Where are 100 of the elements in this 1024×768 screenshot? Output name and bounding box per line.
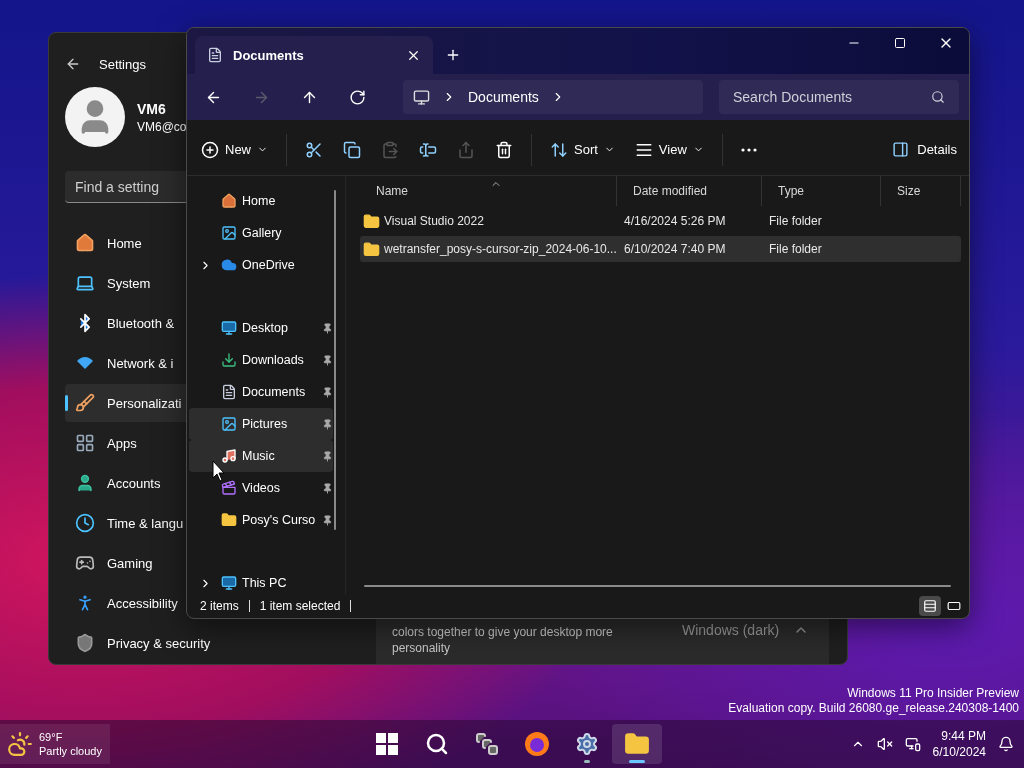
network-icon[interactable]	[904, 736, 921, 752]
user-name: VM6	[137, 100, 167, 117]
watermark-text: Windows 11 Pro Insider Preview	[846, 686, 1019, 701]
task-view-icon	[475, 732, 499, 756]
more-icon	[740, 147, 757, 152]
windows-logo-icon	[376, 733, 398, 755]
accounts-icon	[75, 473, 95, 493]
scissors-icon	[305, 140, 323, 159]
pin-icon	[322, 514, 333, 526]
column-header[interactable]: Date modified	[617, 176, 762, 206]
browser-icon	[524, 731, 550, 757]
nav-item[interactable]: Apps	[65, 424, 187, 462]
file-name: wetransfer_posy-s-cursor-zip_2024-06-10...	[384, 242, 617, 256]
time-icon	[75, 513, 95, 533]
monitor-icon	[413, 88, 430, 106]
details-view-button[interactable]	[919, 595, 941, 616]
search-icon	[931, 90, 945, 104]
table-cell-text: 6/10/2024 7:40 PM	[623, 242, 727, 256]
taskbar-app-button[interactable]	[612, 724, 662, 764]
weather-widget[interactable]: 69°F Partly cloudy	[0, 724, 110, 764]
mouse-pointer-icon	[212, 460, 226, 482]
weather-icon	[7, 731, 33, 757]
weather-condition: Partly cloudy	[39, 744, 102, 758]
window-title: Settings	[99, 56, 146, 72]
video-icon	[221, 480, 237, 496]
maximize-icon	[894, 37, 906, 49]
paste-icon	[381, 140, 399, 159]
rename-icon	[419, 140, 437, 159]
nav-item[interactable]: Personalizati	[65, 384, 187, 422]
pin-icon	[322, 354, 333, 366]
nav-item[interactable]: Documents	[189, 376, 333, 408]
share-icon	[457, 140, 475, 159]
address-bar[interactable]: Documents	[403, 80, 703, 114]
nav-item[interactable]: System	[65, 264, 187, 302]
nav-item[interactable]: Desktop	[189, 312, 333, 344]
nav-item[interactable]: Bluetooth &	[65, 304, 187, 342]
view-button[interactable]: View	[632, 133, 706, 166]
sort-button[interactable]: Sort	[548, 133, 617, 166]
folder-icon	[221, 512, 237, 528]
nav-item[interactable]: Gaming	[65, 544, 187, 582]
search-icon	[425, 732, 449, 756]
nav-item[interactable]: Home	[189, 185, 333, 217]
nav-item[interactable]: Accessibility	[65, 584, 187, 622]
pin-icon	[322, 386, 333, 398]
column-header[interactable]: Size	[881, 176, 961, 206]
desktop-icon	[221, 320, 237, 336]
nav-item[interactable]: Time & langu	[65, 504, 187, 542]
folder-icon	[363, 212, 380, 230]
new-button[interactable]: New	[199, 133, 270, 166]
gaming-icon	[75, 553, 95, 573]
nav-item[interactable]: Privacy & security	[65, 624, 211, 662]
table-cell-text: 4/16/2024 5:26 PM	[623, 214, 727, 228]
gear-icon	[575, 732, 599, 756]
avatar	[65, 87, 125, 147]
copy-icon	[343, 140, 361, 159]
privacy-icon	[75, 633, 95, 653]
clock[interactable]: 9:44 PM 6/10/2024	[932, 728, 986, 760]
file-row[interactable]: Visual Studio 2022 4/16/2024 5:26 PM File folder	[360, 208, 961, 234]
table-cell-text: File folder	[768, 214, 823, 228]
trash-icon	[495, 140, 513, 159]
details-button[interactable]: Details	[890, 133, 959, 166]
system-icon	[75, 273, 95, 293]
table-cell-text: File folder	[768, 242, 823, 256]
bell-icon[interactable]	[998, 736, 1014, 752]
music-icon	[221, 448, 237, 464]
folder-icon	[624, 731, 650, 757]
status-text: 1 item selected	[259, 599, 352, 612]
nav-item[interactable]: Music	[189, 440, 333, 472]
folder-icon	[363, 240, 380, 258]
picture-icon	[221, 416, 237, 432]
pin-icon	[322, 418, 333, 430]
pin-icon	[322, 450, 333, 462]
nav-item[interactable]: This PC	[189, 567, 333, 599]
column-header[interactable]: Name	[360, 176, 617, 206]
nav-item[interactable]: Accounts	[65, 464, 187, 502]
user-email: VM6@co	[137, 119, 187, 134]
nav-item[interactable]: OneDrive	[189, 249, 333, 281]
apps-icon	[75, 433, 95, 453]
breadcrumb[interactable]: Documents	[468, 89, 539, 105]
search-field[interactable]: Search Documents	[719, 80, 959, 114]
monitor-icon	[221, 575, 237, 591]
new-icon	[201, 140, 219, 159]
pin-icon	[322, 322, 333, 334]
nav-item[interactable]: Network & i	[65, 344, 187, 382]
nav-item[interactable]: Videos	[189, 472, 333, 504]
document-icon	[207, 47, 223, 63]
pin-icon	[322, 482, 333, 494]
tab[interactable]: Documents	[195, 36, 433, 74]
muted-speaker-icon[interactable]	[876, 736, 893, 752]
column-header[interactable]: Type	[762, 176, 881, 206]
card-description: colors together to give your desktop more personality	[392, 624, 614, 656]
nav-item[interactable]: Pictures	[189, 408, 333, 440]
nav-item[interactable]: Home	[65, 224, 187, 262]
nav-item[interactable]: Gallery	[189, 217, 333, 249]
cloud-icon	[221, 257, 237, 273]
nav-item[interactable]: Posy's Curso	[189, 504, 333, 536]
nav-item[interactable]: Downloads	[189, 344, 333, 376]
file-row[interactable]: wetransfer_posy-s-cursor-zip_2024-06-10... 6/10/2024 7:40 PM File folder	[360, 236, 961, 262]
search-field[interactable]: Find a setting	[65, 171, 187, 203]
details-pane-icon	[892, 141, 910, 158]
